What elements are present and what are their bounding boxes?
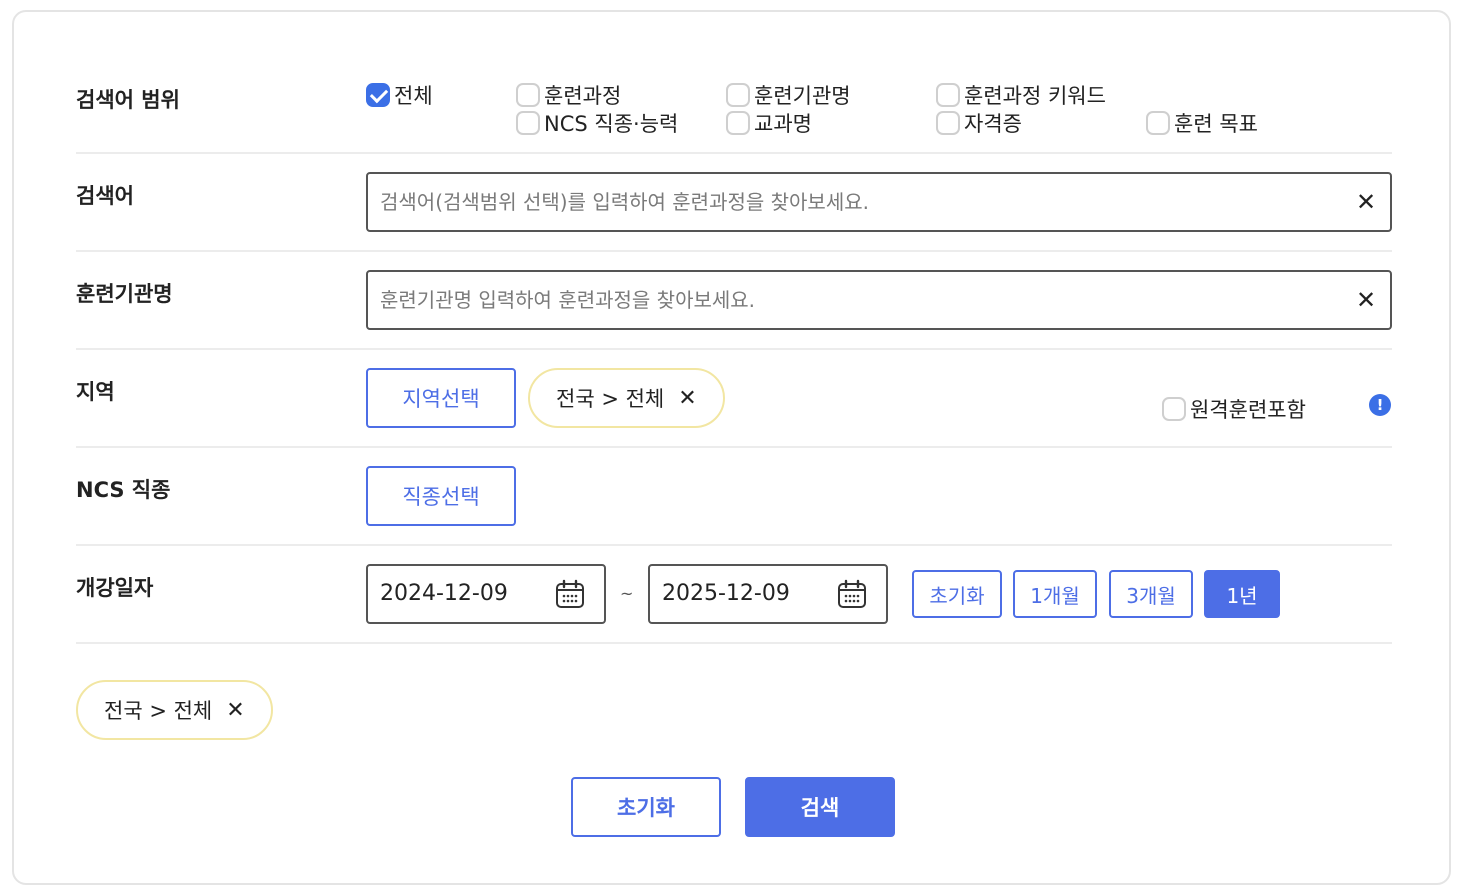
keyword-input[interactable] (380, 174, 1340, 230)
keyword-row: 검색어 ✕ (76, 154, 1392, 252)
end-date-field[interactable]: 2025-12-09 (648, 564, 888, 624)
scope-option-institution[interactable]: 훈련기관명 (726, 80, 851, 110)
institution-input[interactable] (380, 272, 1340, 328)
checkbox-icon[interactable] (516, 83, 540, 107)
institution-row: 훈련기관명 ✕ (76, 252, 1392, 350)
remote-training-checkbox[interactable]: 원격훈련포함 (1162, 394, 1306, 424)
checkbox-checked-icon[interactable] (366, 83, 390, 107)
checkbox-icon[interactable] (726, 111, 750, 135)
checkbox-icon[interactable] (516, 111, 540, 135)
scope-label: 검색어 범위 (76, 88, 180, 112)
scope-option-subject[interactable]: 교과명 (726, 108, 812, 138)
scope-option-goal[interactable]: 훈련 목표 (1146, 108, 1258, 138)
search-filter-panel: 검색어 범위 전체 훈련과정 훈련기관명 훈련과정 키워드 NCS 직종·능력 … (12, 10, 1451, 885)
search-button[interactable]: 검색 (745, 777, 895, 837)
region-row: 지역 지역선택 전국 > 전체 ✕ 원격훈련포함 ! (76, 350, 1392, 448)
checkbox-icon[interactable] (1146, 111, 1170, 135)
checkbox-icon[interactable] (1162, 397, 1186, 421)
region-chip-label: 전국 > 전체 (556, 387, 665, 411)
remove-filter-icon[interactable]: ✕ (226, 698, 244, 723)
checkbox-icon[interactable] (936, 83, 960, 107)
ncs-select-button[interactable]: 직종선택 (366, 466, 516, 526)
clear-keyword-icon[interactable]: ✕ (1352, 188, 1380, 216)
end-date-value: 2025-12-09 (662, 581, 790, 606)
selected-filter-chip: 전국 > 전체 ✕ (76, 680, 273, 740)
ncs-label: NCS 직종 (76, 478, 171, 502)
checkbox-icon[interactable] (936, 111, 960, 135)
period-3month-button[interactable]: 3개월 (1109, 570, 1193, 618)
scope-row: 검색어 범위 전체 훈련과정 훈련기관명 훈련과정 키워드 NCS 직종·능력 … (76, 62, 1392, 154)
keyword-field: ✕ (366, 172, 1392, 232)
scope-option-all[interactable]: 전체 (366, 80, 433, 110)
calendar-icon[interactable] (554, 578, 586, 610)
ncs-row: NCS 직종 직종선택 (76, 448, 1392, 546)
period-row: 개강일자 2024-12-09 ~ 2025-12-09 초기화 1개월 3개월… (76, 546, 1392, 644)
region-chip: 전국 > 전체 ✕ (528, 368, 725, 428)
keyword-label: 검색어 (76, 184, 134, 208)
institution-field: ✕ (366, 270, 1392, 330)
period-label: 개강일자 (76, 576, 154, 600)
scope-option-certificate[interactable]: 자격증 (936, 108, 1022, 138)
region-label: 지역 (76, 380, 115, 404)
period-1year-button[interactable]: 1년 (1204, 570, 1280, 618)
clear-institution-icon[interactable]: ✕ (1352, 286, 1380, 314)
checkbox-icon[interactable] (726, 83, 750, 107)
start-date-value: 2024-12-09 (380, 581, 508, 606)
info-icon[interactable]: ! (1369, 394, 1391, 416)
date-range-separator: ~ (620, 584, 634, 603)
calendar-icon[interactable] (836, 578, 868, 610)
period-reset-button[interactable]: 초기화 (912, 570, 1002, 618)
scope-option-ncs[interactable]: NCS 직종·능력 (516, 108, 678, 138)
scope-option-course[interactable]: 훈련과정 (516, 80, 621, 110)
period-1month-button[interactable]: 1개월 (1013, 570, 1097, 618)
selected-filter-label: 전국 > 전체 (104, 699, 213, 723)
remove-region-icon[interactable]: ✕ (678, 386, 696, 411)
start-date-field[interactable]: 2024-12-09 (366, 564, 606, 624)
region-select-button[interactable]: 지역선택 (366, 368, 516, 428)
scope-option-course-keyword[interactable]: 훈련과정 키워드 (936, 80, 1106, 110)
reset-button[interactable]: 초기화 (571, 777, 721, 837)
institution-label: 훈련기관명 (76, 282, 173, 306)
